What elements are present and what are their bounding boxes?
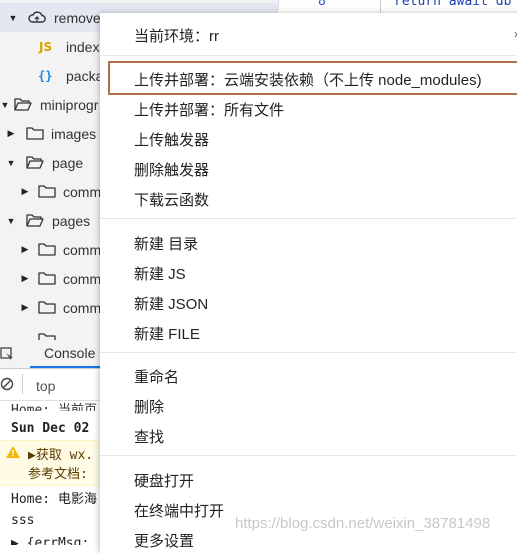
editor-code-line: return await db (394, 0, 512, 9)
menu-divider (100, 455, 517, 456)
chevron-down-icon[interactable]: ▼ (0, 100, 10, 110)
console-log-line: sss (11, 513, 35, 528)
menu-item-open-in-disk[interactable]: 硬盘打开 (134, 470, 194, 491)
tree-item-label: comm (63, 299, 102, 316)
chevron-down-icon[interactable]: ▼ (8, 13, 18, 23)
folder-open-icon (14, 98, 32, 111)
console-warning-text[interactable]: ▶获取 wx. (28, 444, 93, 463)
editor-gutter (380, 0, 381, 14)
tree-item-label: index (66, 38, 100, 55)
menu-item-open-in-terminal[interactable]: 在终端中打开 (134, 500, 224, 521)
chevron-right-icon[interactable]: ▶ (20, 244, 30, 255)
console-panel: Console top Home: 当前页 Sun Dec 02 ▶获取 wx.… (0, 340, 100, 545)
json-file-icon: {} (38, 68, 53, 83)
inspect-element-icon[interactable] (0, 346, 14, 362)
console-log-line: Home: 当前页 (11, 403, 97, 411)
menu-item-delete[interactable]: 删除 (134, 396, 164, 417)
tree-item-label: images (51, 125, 97, 142)
folder-icon (38, 333, 56, 340)
warning-icon (6, 446, 20, 458)
chevron-down-icon[interactable]: ▼ (6, 158, 16, 168)
console-log-line[interactable]: ▶ {errMsg: (11, 536, 89, 545)
active-tab-indicator (30, 366, 100, 368)
tree-item-label: page (52, 154, 84, 171)
folder-icon (38, 185, 56, 198)
chevron-down-icon[interactable]: ▼ (6, 216, 16, 226)
menu-item-rename[interactable]: 重命名 (134, 366, 179, 387)
console-warning-doc: 参考文档: (28, 467, 88, 482)
chevron-right-icon[interactable]: ▶ (6, 128, 16, 139)
menu-item-download-cloud-function[interactable]: 下载云函数 (134, 189, 209, 210)
chevron-right-icon[interactable]: ▶ (20, 186, 30, 197)
console-log-line: Sun Dec 02 (11, 421, 90, 436)
menu-item-upload-deploy-cloud-install[interactable]: 上传并部署：云端安装依赖（不上传 node_modules) (134, 69, 482, 90)
folder-icon (26, 127, 44, 140)
chevron-right-icon[interactable]: ▶ (20, 302, 30, 313)
folder-open-icon (26, 214, 44, 227)
menu-item-delete-trigger[interactable]: 删除触发器 (134, 159, 209, 180)
menu-item-upload-deploy-all-files[interactable]: 上传并部署：所有文件 (134, 99, 284, 120)
tab-console[interactable]: Console (44, 345, 95, 361)
tree-item-label: packa (66, 67, 104, 84)
watermark: https://blog.csdn.net/weixin_38781498 (235, 515, 491, 532)
menu-divider (100, 352, 517, 353)
tree-item-label: comm (63, 183, 102, 200)
folder-icon (38, 272, 56, 285)
menu-item-find[interactable]: 查找 (134, 426, 164, 447)
tree-item-label: comm (63, 270, 102, 287)
folder-icon (38, 301, 56, 314)
menu-divider (100, 55, 517, 56)
current-environment-label: 当前环境：rr (134, 28, 219, 45)
tree-item-label: pages (52, 212, 91, 229)
folder-open-icon (26, 156, 44, 169)
console-warning: ▶获取 wx. 参考文档: (0, 440, 100, 486)
js-file-icon: JS (39, 39, 53, 54)
folder-icon (38, 243, 56, 256)
editor-line-number: 8 (318, 0, 326, 9)
menu-divider (100, 218, 517, 219)
context-selector[interactable]: top (36, 378, 55, 394)
tree-item-label: remove (54, 9, 101, 26)
toolbar-divider (22, 374, 23, 394)
menu-item-upload-trigger[interactable]: 上传触发器 (134, 129, 209, 150)
menu-item-new-js[interactable]: 新建 JS (134, 263, 186, 284)
console-tab-bar: Console (0, 340, 100, 369)
menu-item-new-file[interactable]: 新建 FILE (134, 323, 200, 344)
menu-item-new-json[interactable]: 新建 JSON (134, 293, 208, 314)
tree-item-label: miniprogr (40, 96, 99, 113)
chevron-right-icon[interactable]: ▶ (20, 273, 30, 284)
menu-item-new-directory[interactable]: 新建 目录 (134, 233, 198, 254)
clear-console-icon[interactable] (0, 377, 14, 391)
console-log-line: Home: 电影海 (11, 492, 97, 507)
context-menu: 当前环境：rr › 上传并部署：云端安装依赖（不上传 node_modules)… (100, 13, 517, 553)
cloud-icon (28, 11, 46, 23)
menu-item-more-settings[interactable]: 更多设置 (134, 530, 194, 551)
tree-item-label: comm (63, 241, 102, 258)
